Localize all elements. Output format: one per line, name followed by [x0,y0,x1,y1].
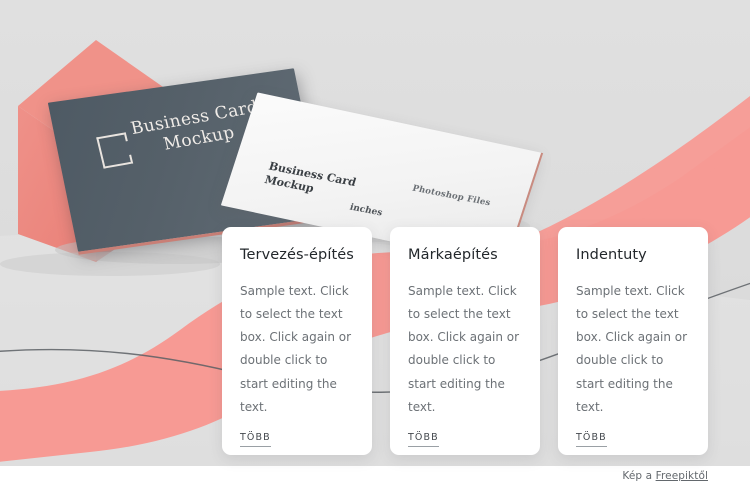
feature-card-more-link[interactable]: Több [408,432,439,447]
feature-card-more-link[interactable]: Több [240,432,271,447]
feature-card-title: Tervezés-építés [240,247,354,263]
feature-card-body: Sample text. Click to select the text bo… [408,284,520,414]
feature-cards: Tervezés-építés Sample text. Click to se… [222,227,708,455]
white-card-note: Photoshop Files [410,183,492,209]
square-bracket-logo-icon [96,132,132,169]
feature-card-title: Indentuty [576,247,647,263]
image-attribution: Kép a Freepiktől [622,470,708,482]
attribution-prefix: Kép a [622,470,656,482]
feature-card-2[interactable]: Márkaépítés Sample text. Click to select… [390,227,540,455]
attribution-link[interactable]: Freepiktől [656,470,708,482]
feature-card-more-link[interactable]: Több [576,432,607,447]
white-card-subtitle: inches [348,202,384,219]
white-card-title: Business Card Mockup [263,159,358,195]
page-root: Business Card Mockup Business Card Mocku… [0,0,750,504]
feature-card-body: Sample text. Click to select the text bo… [576,284,688,414]
feature-card-1[interactable]: Tervezés-építés Sample text. Click to se… [222,227,372,455]
feature-card-title: Márkaépítés [408,247,498,263]
dark-card-content: Business Card Mockup [93,95,270,169]
feature-card-3[interactable]: Indentuty Sample text. Click to select t… [558,227,708,455]
feature-card-body: Sample text. Click to select the text bo… [240,284,352,414]
